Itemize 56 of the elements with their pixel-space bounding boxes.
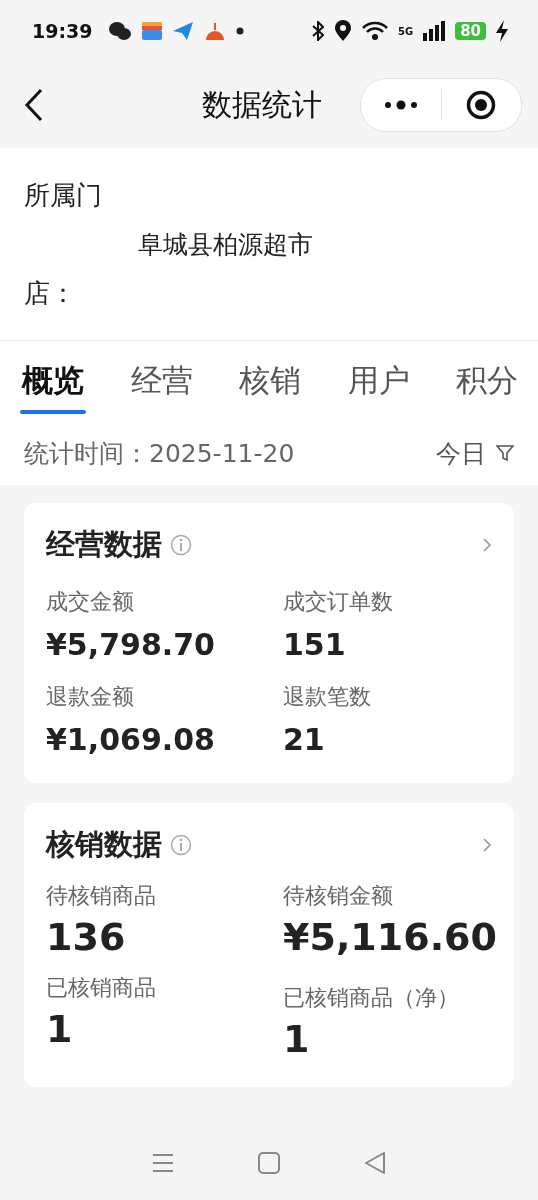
metric-value: 136 <box>46 915 126 959</box>
metric-label: 已核销商品 <box>46 974 156 1002</box>
wifi-icon <box>361 21 388 41</box>
info-icon[interactable] <box>170 534 192 556</box>
target-icon <box>466 90 497 120</box>
metric-value: 151 <box>283 627 346 662</box>
tab[interactable]: 经营 <box>130 341 193 421</box>
stat-date: 统计时间：2025-11-20 <box>24 437 295 470</box>
metric-label: 退款金额 <box>46 683 134 711</box>
metric-value: ¥1,069.08 <box>46 722 215 757</box>
location-icon <box>333 20 352 42</box>
network-type: 5G <box>397 25 414 37</box>
info-icon[interactable] <box>170 834 192 856</box>
filter-icon <box>496 444 514 462</box>
metric-label: 成交订单数 <box>283 588 393 616</box>
back-nav-button[interactable] <box>364 1151 386 1174</box>
more-icon <box>383 100 418 110</box>
status-time: 19:39 <box>32 20 93 42</box>
menu-icon <box>152 1152 174 1173</box>
back-icon <box>24 88 44 122</box>
metric-label: 待核销金额 <box>283 882 393 910</box>
dot-icon <box>236 27 245 35</box>
charging-icon <box>496 20 508 42</box>
metric-label: 已核销商品（净） <box>283 984 459 1012</box>
card-title: 经营数据 <box>46 526 162 563</box>
wallet-app-icon <box>142 22 163 40</box>
metric-value: ¥5,116.60 <box>283 915 497 959</box>
dome-app-icon <box>204 20 227 42</box>
back-button[interactable] <box>24 88 44 122</box>
paper-plane-app-icon <box>172 21 195 41</box>
tab[interactable]: 积分 <box>456 341 518 421</box>
card-title: 核销数据 <box>46 826 162 863</box>
metric-label: 成交金额 <box>46 588 134 616</box>
metric-value: 1 <box>283 1017 310 1061</box>
home-button[interactable] <box>258 1151 280 1174</box>
chevron-right-icon[interactable] <box>482 837 492 853</box>
chat-app-icon <box>108 21 133 41</box>
tab[interactable]: 概览 <box>22 341 84 421</box>
date-range-filter[interactable]: 今日 <box>436 436 514 470</box>
metric-value: ¥5,798.70 <box>46 627 215 662</box>
triangle-back-icon <box>364 1151 386 1174</box>
signal-icon <box>423 21 446 41</box>
store-name: 阜城县柏源超市 <box>138 228 313 261</box>
metric-value: 21 <box>283 722 325 757</box>
page-title: 数据统计 <box>202 85 322 124</box>
chevron-right-icon[interactable] <box>482 537 492 553</box>
battery-level: 80 <box>455 22 486 40</box>
store-label: 所属门店： <box>24 179 102 310</box>
tab[interactable]: 用户 <box>347 341 410 421</box>
square-icon <box>258 1151 280 1174</box>
tab[interactable]: 核销 <box>239 341 301 421</box>
bluetooth-icon <box>311 21 324 41</box>
metric-label: 退款笔数 <box>283 683 371 711</box>
metric-value: 1 <box>46 1007 73 1051</box>
menu-button[interactable] <box>152 1152 174 1173</box>
metric-label: 待核销商品 <box>46 882 156 910</box>
